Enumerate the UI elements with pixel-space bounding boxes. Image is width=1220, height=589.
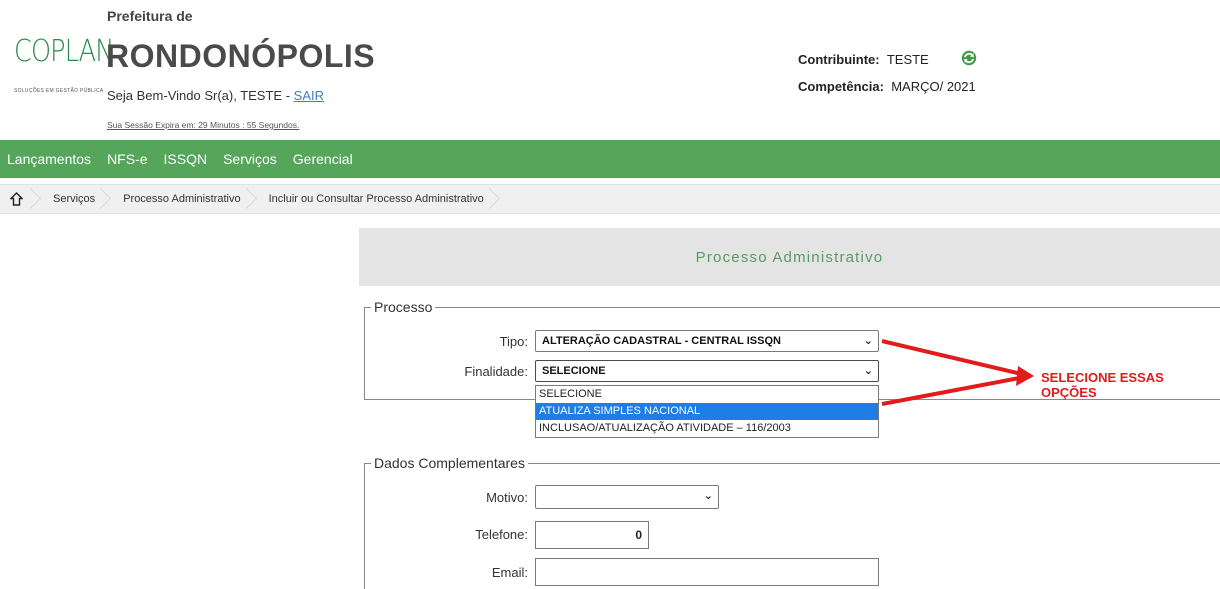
tipo-select[interactable]: ALTERAÇÃO CADASTRAL - CENTRAL ISSQN ⌄ bbox=[535, 330, 879, 352]
tipo-label: Tipo: bbox=[499, 334, 528, 349]
motivo-select[interactable]: ⌄ bbox=[535, 485, 719, 509]
logo-wordmark: COPLAN bbox=[14, 34, 114, 69]
finalidade-label: Finalidade: bbox=[464, 364, 528, 379]
finalidade-select[interactable]: SELECIONE ⌄ bbox=[535, 360, 879, 382]
telefone-label: Telefone: bbox=[475, 527, 528, 542]
email-label: Email: bbox=[491, 565, 528, 580]
chevron-down-icon: ⌄ bbox=[863, 335, 873, 347]
logo-tagline: SOLUÇÕES EM GESTÃO PÚBLICA bbox=[14, 88, 104, 94]
breadcrumb-home[interactable] bbox=[0, 184, 37, 214]
tipo-select-value: ALTERAÇÃO CADASTRAL - CENTRAL ISSQN bbox=[542, 335, 781, 347]
finalidade-select-value: SELECIONE bbox=[542, 365, 606, 377]
refresh-icon[interactable] bbox=[960, 49, 978, 67]
breadcrumb-incluir-consultar[interactable]: Incluir ou Consultar Processo Administra… bbox=[253, 184, 496, 214]
contribuinte-value: TESTE bbox=[886, 52, 929, 67]
home-icon bbox=[10, 192, 23, 206]
email-input[interactable] bbox=[535, 558, 879, 586]
motivo-label: Motivo: bbox=[486, 490, 528, 505]
finalidade-option-atualiza-simples[interactable]: ATUALIZA SIMPLES NACIONAL bbox=[536, 403, 878, 420]
competencia-info: Competência: MARÇO/ 2021 bbox=[798, 79, 976, 94]
competencia-value: MARÇO/ 2021 bbox=[891, 79, 976, 94]
main-nav: Lançamentos NFS-e ISSQN Serviços Gerenci… bbox=[0, 140, 1220, 178]
processo-legend: Processo bbox=[374, 299, 433, 315]
chevron-down-icon: ⌄ bbox=[703, 490, 713, 502]
chevron-down-icon: ⌄ bbox=[863, 365, 873, 377]
city-title: RONDONÓPOLIS bbox=[106, 38, 376, 74]
competencia-label: Competência: bbox=[798, 79, 884, 94]
breadcrumb-servicos[interactable]: Serviços bbox=[37, 184, 107, 214]
finalidade-option-selecione[interactable]: SELECIONE bbox=[536, 386, 878, 403]
prefeitura-label: Prefeitura de bbox=[107, 8, 193, 24]
nav-item-servicos[interactable]: Serviços bbox=[215, 151, 285, 167]
welcome-message: Seja Bem-Vindo Sr(a), TESTE - bbox=[107, 88, 291, 103]
dados-complementares-legend: Dados Complementares bbox=[374, 455, 525, 471]
finalidade-option-inclusao-atividade[interactable]: INCLUSAO/ATUALIZAÇÃO ATIVIDADE – 116/200… bbox=[536, 420, 878, 437]
page-title: Processo Administrativo bbox=[359, 228, 1220, 286]
session-timer: Sua Sessão Expira em: 29 Minutos : 55 Se… bbox=[107, 120, 300, 130]
breadcrumb: Serviços Processo Administrativo Incluir… bbox=[0, 184, 1220, 214]
coplan-logo: COPLAN SOLUÇÕES EM GESTÃO PÚBLICA bbox=[14, 30, 114, 100]
breadcrumb-processo-administrativo[interactable]: Processo Administrativo bbox=[107, 184, 252, 214]
welcome-text: Seja Bem-Vindo Sr(a), TESTE - SAIR bbox=[107, 88, 324, 103]
nav-item-gerencial[interactable]: Gerencial bbox=[285, 151, 361, 167]
nav-item-lancamentos[interactable]: Lançamentos bbox=[0, 151, 99, 167]
contribuinte-label: Contribuinte: bbox=[798, 52, 880, 67]
annotation-label: SELECIONE ESSAS OPÇÕES bbox=[1041, 370, 1164, 400]
finalidade-dropdown-list: SELECIONE ATUALIZA SIMPLES NACIONAL INCL… bbox=[535, 385, 879, 438]
nav-item-issqn[interactable]: ISSQN bbox=[156, 151, 216, 167]
contribuinte-info: Contribuinte: TESTE bbox=[798, 52, 929, 67]
nav-item-nfse[interactable]: NFS-e bbox=[99, 151, 155, 167]
telefone-input[interactable]: 0 bbox=[535, 521, 649, 549]
logout-link[interactable]: SAIR bbox=[294, 88, 324, 103]
